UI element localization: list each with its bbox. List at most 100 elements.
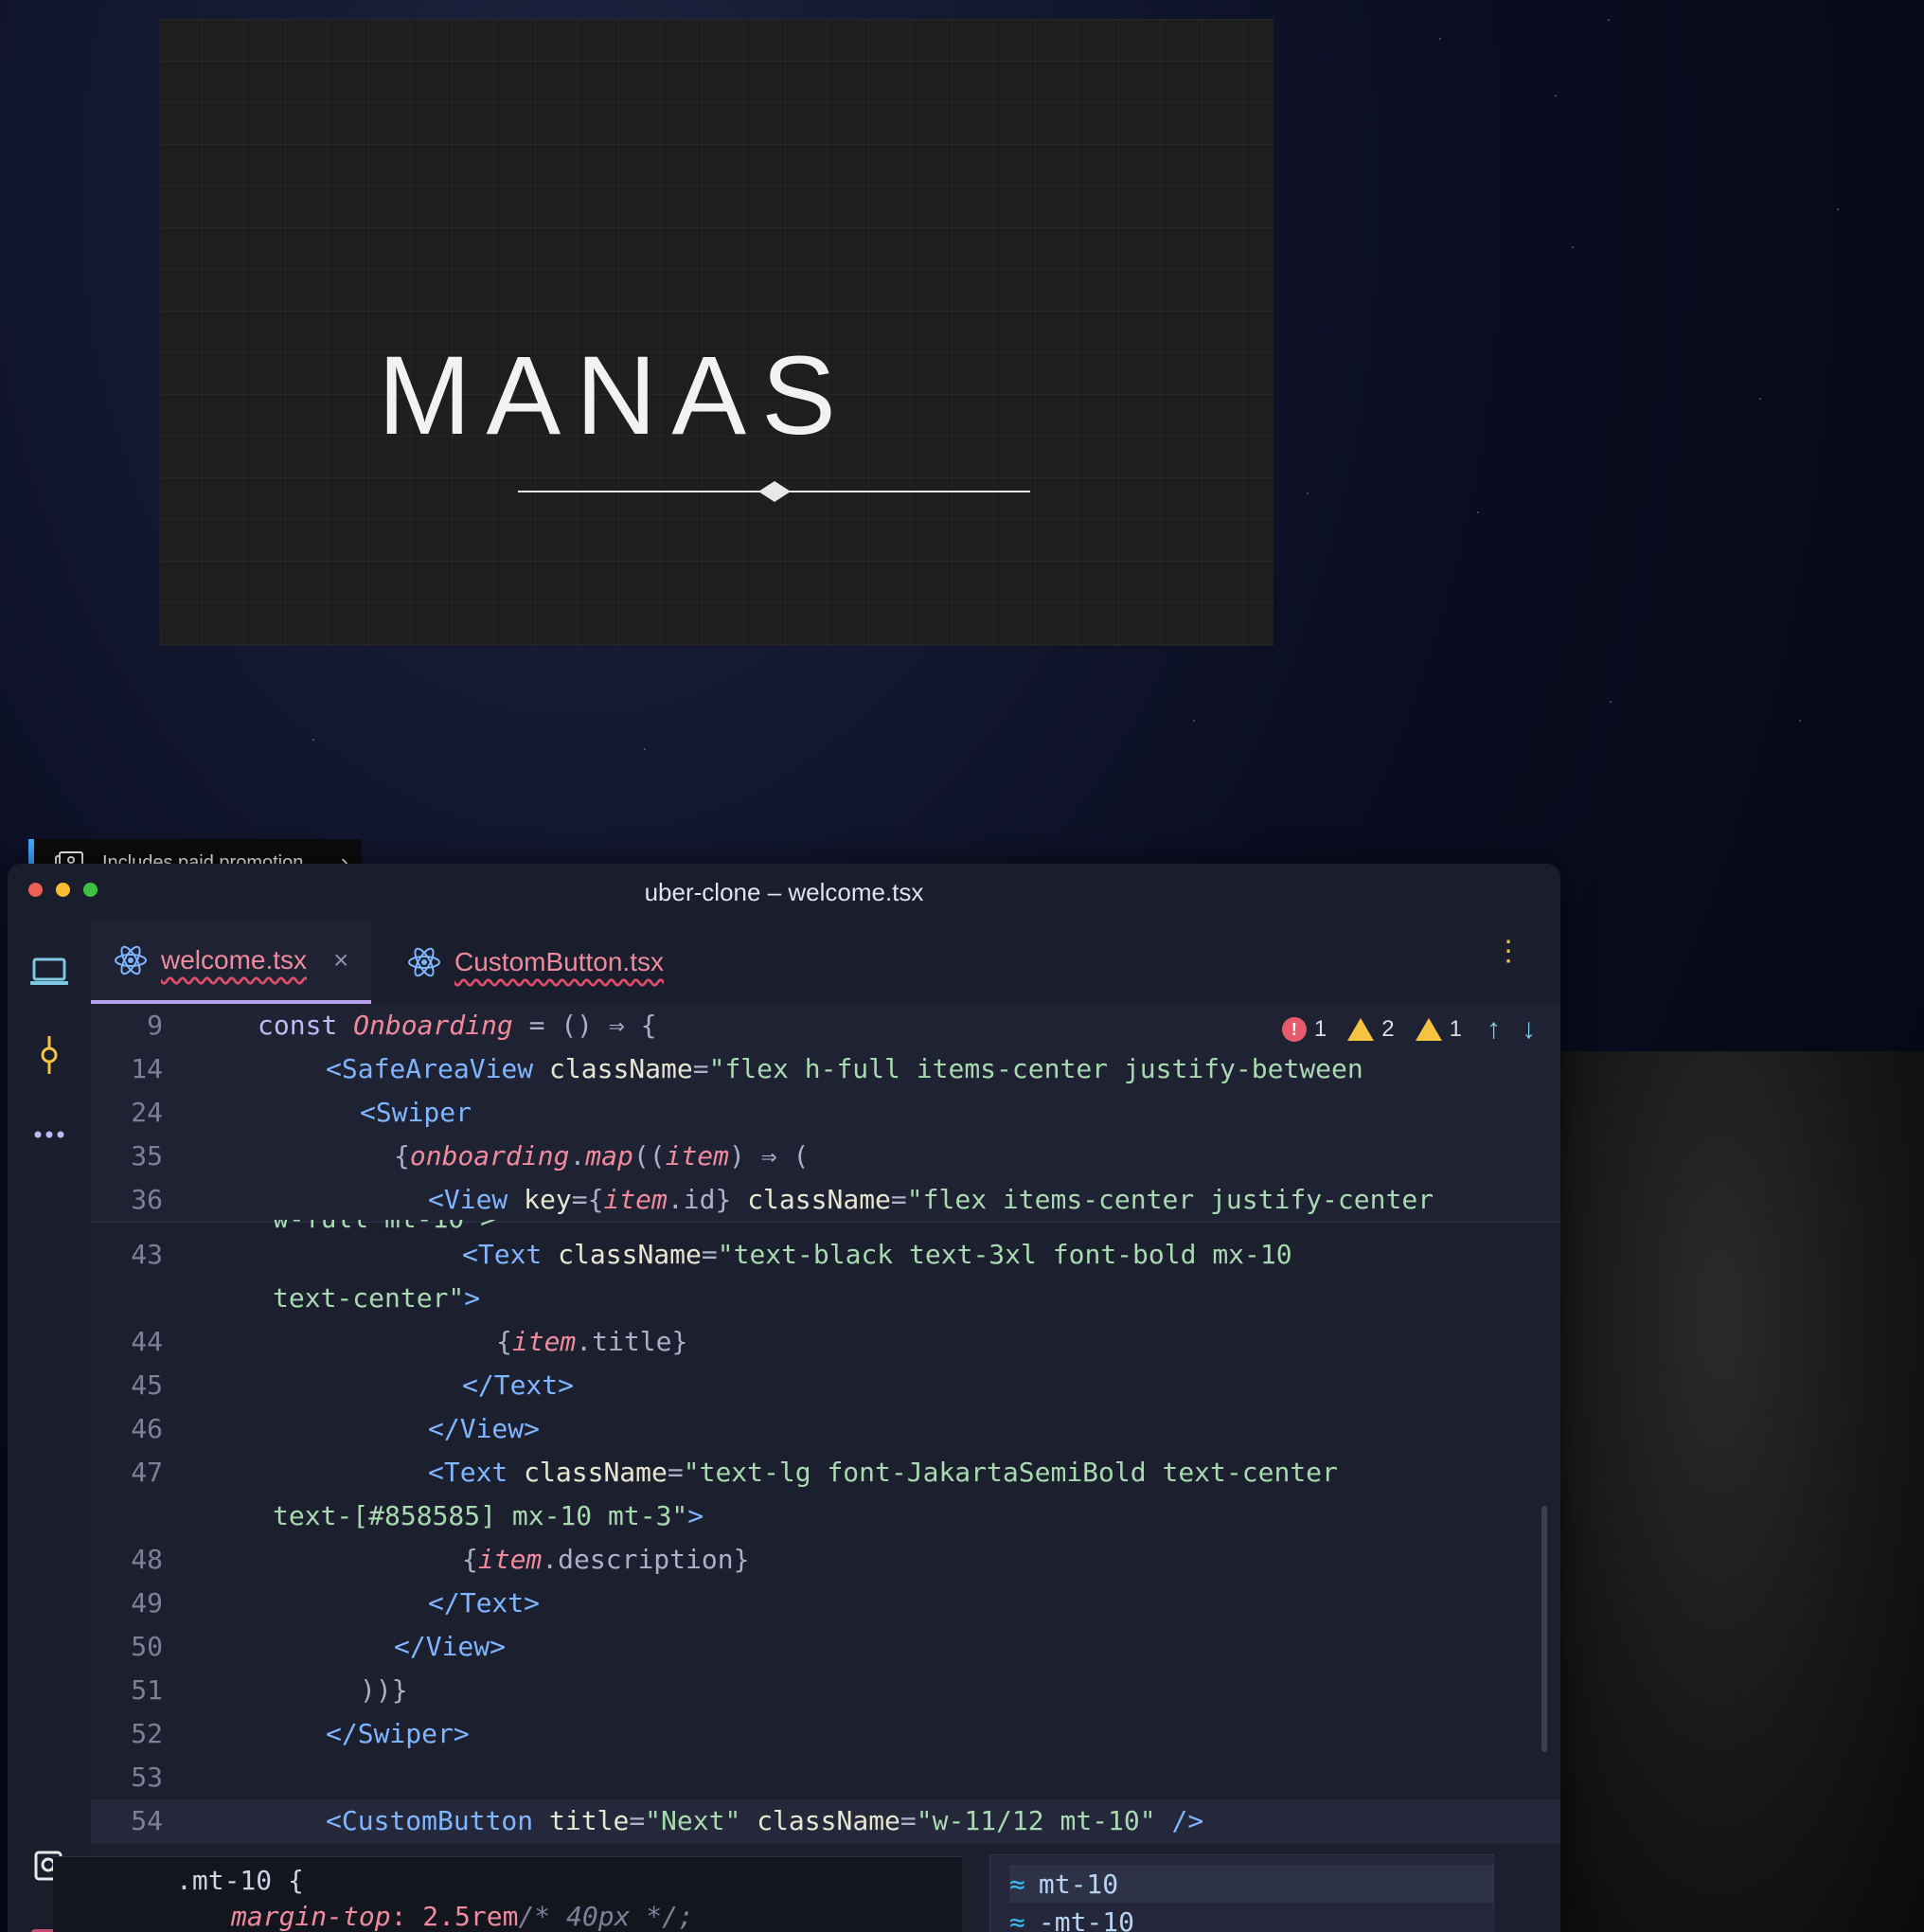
diagnostics-summary[interactable]: ! 1 2 1 ↑ ↓	[1281, 1013, 1536, 1046]
line-number: 51	[131, 1674, 163, 1706]
react-icon	[114, 944, 148, 976]
code-line[interactable]: 36 <View key={item.id} className="flex it…	[91, 1178, 1560, 1222]
code-line[interactable]: text-[#858585] mx-10 mt-3">	[91, 1494, 1560, 1538]
line-number: 14	[131, 1053, 163, 1084]
line-source: <SafeAreaView className="flex h-full ite…	[326, 1053, 1363, 1084]
line-source: <Text className="text-lg font-JakartaSem…	[428, 1457, 1338, 1488]
line-number: 48	[131, 1544, 163, 1575]
line-number: 47	[131, 1457, 163, 1488]
line-source: <Text className="text-black text-3xl fon…	[462, 1239, 1292, 1270]
line-number: 9	[147, 1010, 163, 1041]
close-tab-icon[interactable]: ×	[333, 945, 348, 975]
window-title: uber-clone – welcome.tsx	[644, 878, 924, 906]
code-line[interactable]: 43 <Text className="text-black text-3xl f…	[91, 1233, 1560, 1277]
previous-problem-icon[interactable]: ↑	[1487, 1013, 1501, 1046]
tab-custombutton[interactable]: CustomButton.tsx	[384, 921, 686, 1004]
code-line[interactable]: 51))}	[91, 1669, 1560, 1712]
more-tools-icon[interactable]	[28, 1114, 70, 1155]
code-editor[interactable]: 9 const Onboarding = () ⇒ { 14 <SafeAreaVie…	[91, 1004, 1560, 1932]
tab-options-icon[interactable]: ⋮	[1494, 938, 1523, 966]
hover-doc-value: : 2.5rem	[390, 1901, 519, 1932]
line-number: 54	[131, 1805, 163, 1836]
code-line[interactable]: 44 {item.title}	[91, 1320, 1560, 1364]
video-frame: MANAS	[160, 19, 1274, 646]
background-person-blur	[1515, 1051, 1924, 1932]
hover-doc-prop: margin-top	[231, 1901, 391, 1932]
line-number: 24	[131, 1097, 163, 1128]
window-titlebar: uber-clone – welcome.tsx	[8, 864, 1560, 921]
warning-icon	[1347, 1018, 1375, 1041]
weak-warning-count: 1	[1449, 1016, 1462, 1042]
editor-tab-bar: welcome.tsx × CustomButton.tsx ⋮	[91, 921, 1560, 1005]
error-icon: !	[1281, 1017, 1307, 1042]
brand-logo-text: MANAS	[378, 333, 851, 458]
autocomplete-item[interactable]: ≈ mt-10	[1009, 1865, 1493, 1903]
tab-label: CustomButton.tsx	[454, 947, 664, 976]
activity-bar	[8, 921, 91, 1932]
hover-doc-line2: margin-top: 2.5rem/* 40px */;	[231, 1901, 694, 1932]
error-count: 1	[1313, 1016, 1327, 1042]
maximize-window-button[interactable]	[83, 883, 98, 897]
code-line[interactable]: 49 </Text>	[91, 1582, 1560, 1625]
line-number: 44	[131, 1326, 163, 1357]
line-source: <View key={item.id} className="flex item…	[428, 1184, 1434, 1215]
tab-welcome[interactable]: welcome.tsx ×	[91, 921, 372, 1004]
line-source: </View>	[428, 1413, 541, 1444]
line-number: 50	[131, 1631, 163, 1662]
code-line[interactable]: 46 </View>	[91, 1407, 1560, 1451]
autocomplete-popup: ≈ mt-10 ≈ -mt-10	[989, 1854, 1494, 1932]
line-source: </Text>	[462, 1369, 575, 1401]
line-source: const Onboarding = () ⇒ {	[258, 1010, 657, 1041]
line-number: 53	[131, 1762, 163, 1793]
line-number: 52	[131, 1718, 163, 1749]
code-line[interactable]: 35 {onboarding.map((item) ⇒ (	[91, 1135, 1560, 1178]
hover-doc-comment: /* 40px */;	[518, 1901, 694, 1932]
code-line[interactable]: 14 <SafeAreaView className="flex h-full i…	[91, 1047, 1560, 1091]
warning-count: 2	[1381, 1016, 1395, 1042]
tab-label: welcome.tsx	[161, 945, 308, 975]
git-commit-icon[interactable]	[28, 1034, 70, 1076]
code-line[interactable]: 54 <CustomButton title="Next" className="…	[91, 1799, 1560, 1843]
autocomplete-item-label: -mt-10	[1038, 1906, 1135, 1932]
css-hover-doc: .mt-10 { margin-top: 2.5rem/* 40px */;	[53, 1856, 962, 1932]
next-problem-icon[interactable]: ↓	[1522, 1013, 1536, 1046]
code-line[interactable]: 50 </View>	[91, 1625, 1560, 1669]
weak-warning-icon	[1415, 1018, 1442, 1041]
hover-doc-line1: .mt-10 {	[176, 1865, 304, 1896]
ide-window: uber-clone – welcome.tsx welcome.tsx × C…	[8, 864, 1560, 1932]
react-icon	[407, 946, 441, 978]
line-source: ))}	[360, 1674, 408, 1706]
line-source: </Text>	[428, 1587, 541, 1619]
code-line[interactable]: text-center">	[91, 1277, 1560, 1320]
line-number: 43	[131, 1239, 163, 1270]
autocomplete-item[interactable]: ≈ -mt-10	[1009, 1906, 1134, 1932]
tailwind-icon: ≈	[1009, 1906, 1025, 1932]
code-line[interactable]: 47 <Text className="text-lg font-JakartaS…	[91, 1451, 1560, 1494]
line-number: 35	[131, 1140, 163, 1172]
line-number: 45	[131, 1369, 163, 1401]
code-line[interactable]: 45 </Text>	[91, 1364, 1560, 1407]
line-source: <CustomButton title="Next" className="w-…	[326, 1805, 1204, 1836]
line-source: <Swiper	[360, 1097, 472, 1128]
line-source: text-center">	[273, 1282, 481, 1314]
code-line[interactable]: 53	[91, 1756, 1560, 1799]
line-source: text-[#858585] mx-10 mt-3">	[273, 1500, 704, 1531]
code-line[interactable]: 48 {item.description}	[91, 1538, 1560, 1582]
window-controls	[28, 883, 98, 897]
line-number: 49	[131, 1587, 163, 1619]
brand-diamond	[758, 481, 791, 502]
line-source: {item.title}	[496, 1326, 688, 1357]
line-number: 46	[131, 1413, 163, 1444]
code-line[interactable]: 52 </Swiper>	[91, 1712, 1560, 1756]
project-view-icon[interactable]	[28, 951, 70, 993]
line-source: </View>	[394, 1631, 507, 1662]
minimize-window-button[interactable]	[56, 883, 70, 897]
line-source: {onboarding.map((item) ⇒ (	[394, 1140, 810, 1172]
close-window-button[interactable]	[28, 883, 43, 897]
line-number: 36	[131, 1184, 163, 1215]
code-line[interactable]: 24 <Swiper	[91, 1091, 1560, 1135]
autocomplete-item-label: mt-10	[1038, 1868, 1119, 1900]
line-source: {item.description}	[462, 1544, 750, 1575]
line-source: </Swiper>	[326, 1718, 470, 1749]
tailwind-icon: ≈	[1009, 1868, 1025, 1900]
